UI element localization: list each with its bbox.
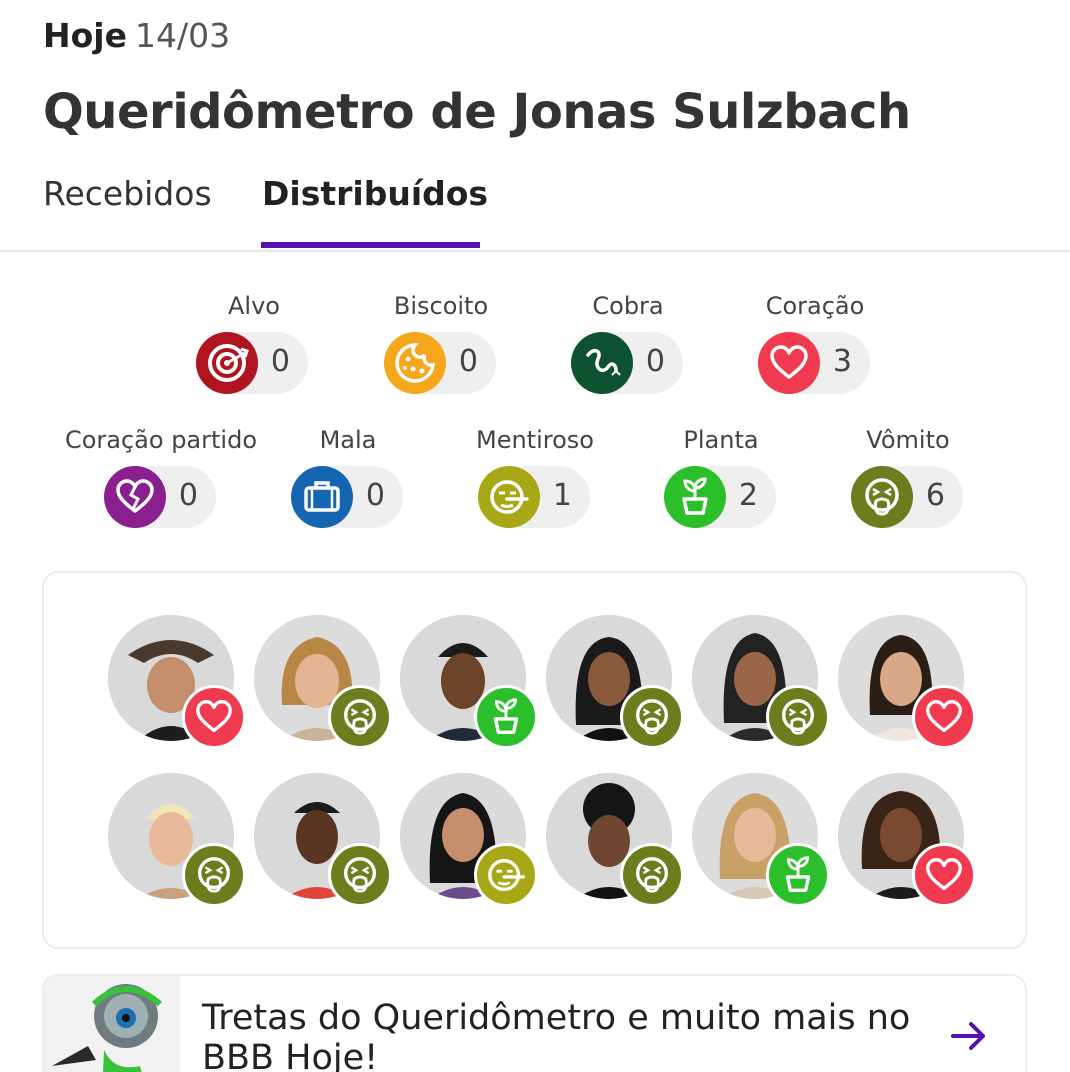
- plant-icon: [474, 685, 538, 749]
- participant[interactable]: [400, 773, 538, 907]
- participant[interactable]: [108, 615, 246, 749]
- reaction-label: Planta: [683, 426, 759, 454]
- reaction-count-pill: 0: [291, 466, 403, 528]
- promo-text: Tretas do Queridômetro e muito mais no B…: [202, 998, 911, 1072]
- reaction-count: 0: [365, 478, 385, 513]
- suitcase-icon: [291, 466, 353, 528]
- participant[interactable]: [546, 773, 684, 907]
- reaction-count-pill: 0: [196, 332, 308, 394]
- reaction-count: 0: [458, 344, 478, 379]
- bbb-mascot-image: [44, 976, 180, 1072]
- promo-banner[interactable]: Tretas do Queridômetro e muito mais no B…: [42, 974, 1027, 1072]
- plant-icon: [664, 466, 726, 528]
- arrow-right-icon[interactable]: [949, 1016, 989, 1060]
- participant[interactable]: [546, 615, 684, 749]
- snake-icon: [571, 332, 633, 394]
- participant[interactable]: [108, 773, 246, 907]
- reaction-count-pill: 2: [664, 466, 776, 528]
- page-title: Queridômetro de Jonas Sulzbach: [43, 84, 911, 140]
- date-line: Hoje 14/03: [43, 16, 230, 55]
- reaction-count: 3: [832, 344, 852, 379]
- participant[interactable]: [254, 773, 392, 907]
- vomit-face-icon: [328, 843, 392, 907]
- today-label: Hoje: [43, 16, 127, 55]
- vomit-face-icon: [182, 843, 246, 907]
- heart-icon: [912, 843, 976, 907]
- liar-face-icon: [474, 843, 538, 907]
- vomit-face-icon: [620, 843, 684, 907]
- reaction-label: Coração partido: [64, 426, 258, 454]
- tab-recebidos[interactable]: Recebidos: [43, 174, 212, 213]
- heart-icon: [182, 685, 246, 749]
- reaction-summary: Alvo 0 Biscoito 0 Cobra 0 Coração 3 Cora…: [0, 280, 1070, 540]
- participant[interactable]: [692, 773, 830, 907]
- reaction-count: 0: [645, 344, 665, 379]
- plant-icon: [766, 843, 830, 907]
- reaction-label: Coração: [765, 292, 865, 320]
- reaction-label: Cobra: [592, 292, 664, 320]
- reaction-label: Alvo: [228, 292, 280, 320]
- participants-grid: [42, 571, 1027, 949]
- heart-icon: [758, 332, 820, 394]
- reaction-count-pill: 0: [104, 466, 216, 528]
- reaction-count-pill: 1: [478, 466, 590, 528]
- broken-heart-icon: [104, 466, 166, 528]
- date-label: 14/03: [134, 16, 231, 55]
- participant[interactable]: [838, 615, 976, 749]
- tab-distribuidos[interactable]: Distribuídos: [262, 174, 488, 213]
- active-tab-indicator: [261, 242, 480, 248]
- reaction-count-pill: 3: [758, 332, 870, 394]
- reaction-label: Mentiroso: [476, 426, 594, 454]
- vomit-face-icon: [851, 466, 913, 528]
- participant[interactable]: [838, 773, 976, 907]
- reaction-count: 0: [270, 344, 290, 379]
- reaction-count: 0: [178, 478, 198, 513]
- reaction-label: Vômito: [866, 426, 950, 454]
- reaction-label: Mala: [319, 426, 377, 454]
- reaction-count-pill: 0: [571, 332, 683, 394]
- tab-bar: Recebidos Distribuídos: [0, 172, 1070, 252]
- liar-face-icon: [478, 466, 540, 528]
- reaction-count: 6: [925, 478, 945, 513]
- vomit-face-icon: [328, 685, 392, 749]
- participant[interactable]: [254, 615, 392, 749]
- reaction-count-pill: 0: [384, 332, 496, 394]
- participant[interactable]: [400, 615, 538, 749]
- cookie-icon: [384, 332, 446, 394]
- reaction-count: 2: [738, 478, 758, 513]
- heart-icon: [912, 685, 976, 749]
- target-icon: [196, 332, 258, 394]
- reaction-count-pill: 6: [851, 466, 963, 528]
- participant[interactable]: [692, 615, 830, 749]
- reaction-label: Biscoito: [393, 292, 489, 320]
- vomit-face-icon: [766, 685, 830, 749]
- vomit-face-icon: [620, 685, 684, 749]
- reaction-count: 1: [552, 478, 572, 513]
